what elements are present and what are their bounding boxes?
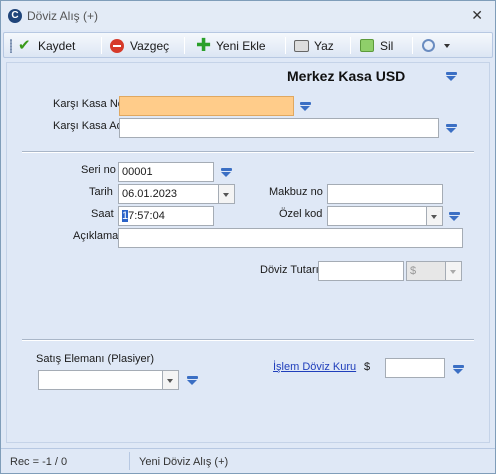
main-window: C Döviz Alış (+) ✕ ✔ Kaydet Vazgeç ✚ Yen…: [0, 0, 496, 474]
checkmark-icon: ✔: [18, 36, 31, 54]
lookup-arrow-icon[interactable]: [299, 102, 312, 111]
special-code-label: Özel kod: [279, 208, 323, 220]
chevron-down-icon: [444, 43, 450, 48]
description-field[interactable]: [118, 228, 463, 248]
date-field[interactable]: 06.01.2023: [118, 184, 219, 204]
counter-cash-name-label: Karşı Kasa Adı: [53, 120, 126, 132]
sales-person-dropdown-button[interactable]: [163, 370, 179, 390]
plus-icon: ✚: [196, 34, 212, 55]
section-divider: [22, 339, 474, 341]
status-bar: Rec = -1 / 0 Yeni Döviz Alış (+): [1, 448, 495, 473]
form-panel: Merkez Kasa USD Karşı Kasa No Karşı Kasa…: [6, 62, 490, 443]
status-mode: Yeni Döviz Alış (+): [139, 456, 229, 468]
expand-arrow-icon[interactable]: [445, 72, 458, 81]
delete-button[interactable]: Sil: [360, 36, 393, 55]
currency-amount-label: Döviz Tutarı: [260, 264, 319, 276]
currency-select: $: [406, 261, 446, 281]
save-button[interactable]: ✔ Kaydet: [18, 36, 75, 55]
currency-amount-field[interactable]: [318, 261, 404, 281]
window-title: Döviz Alış (+): [27, 9, 99, 23]
counter-cash-no-label: Karşı Kasa No: [53, 98, 124, 110]
receipt-no-label: Makbuz no: [269, 186, 323, 198]
cancel-button[interactable]: Vazgeç: [110, 36, 169, 55]
time-label: Saat: [91, 208, 114, 220]
print-button[interactable]: Yaz: [294, 36, 334, 55]
special-code-field[interactable]: [327, 206, 427, 226]
print-button-label: Yaz: [314, 38, 334, 53]
record-counter: Rec = -1 / 0: [10, 456, 68, 468]
cancel-button-label: Vazgeç: [130, 38, 170, 53]
page-title: Merkez Kasa USD: [287, 68, 406, 84]
special-code-dropdown-button[interactable]: [427, 206, 443, 226]
exchange-rate-field[interactable]: [385, 358, 445, 378]
lookup-arrow-icon[interactable]: [448, 212, 461, 221]
lookup-arrow-icon[interactable]: [452, 365, 465, 374]
delete-button-label: Sil: [380, 38, 394, 53]
delete-icon: [360, 38, 376, 54]
app-logo-icon: C: [8, 9, 22, 23]
toolbar-divider: [101, 37, 102, 54]
toolbar-divider: [285, 37, 286, 54]
toolbar-divider: [184, 37, 185, 54]
toolbar-grip[interactable]: [10, 39, 12, 53]
section-divider: [22, 151, 474, 153]
receipt-no-field[interactable]: [327, 184, 443, 204]
toolbar-divider: [412, 37, 413, 54]
options-icon: [422, 38, 438, 54]
status-divider: [129, 452, 130, 470]
sales-person-field[interactable]: [38, 370, 163, 390]
options-dropdown-button[interactable]: [422, 36, 450, 55]
description-label: Açıklama: [73, 230, 119, 242]
counter-cash-no-field[interactable]: [119, 96, 294, 116]
title-bar: C Döviz Alış (+) ✕: [1, 1, 495, 30]
serial-no-label: Seri no: [81, 164, 116, 176]
sales-person-label: Satış Elemanı (Plasiyer): [36, 353, 154, 365]
toolbar-divider: [350, 37, 351, 54]
counter-cash-name-field[interactable]: [119, 118, 439, 138]
printer-icon: [294, 38, 310, 54]
toolbar: ✔ Kaydet Vazgeç ✚ Yeni Ekle Yaz Sil: [3, 32, 493, 58]
stop-icon: [110, 38, 126, 54]
date-label: Tarih: [89, 186, 113, 198]
lookup-arrow-icon[interactable]: [220, 168, 233, 177]
add-new-button[interactable]: ✚ Yeni Ekle: [196, 36, 266, 55]
lookup-arrow-icon[interactable]: [445, 124, 458, 133]
time-field[interactable]: 17:57:04: [118, 206, 214, 226]
exchange-rate-link[interactable]: İşlem Döviz Kuru: [273, 361, 356, 373]
time-rest-text: 7:57:04: [128, 210, 165, 222]
exchange-rate-currency-label: $: [364, 361, 371, 373]
lookup-arrow-icon[interactable]: [186, 376, 199, 385]
serial-no-field[interactable]: 00001: [118, 162, 214, 182]
close-icon[interactable]: ✕: [471, 7, 483, 24]
currency-dropdown-button: [446, 261, 462, 281]
date-picker-button[interactable]: [219, 184, 235, 204]
add-new-button-label: Yeni Ekle: [216, 38, 266, 53]
save-button-label: Kaydet: [38, 38, 76, 53]
